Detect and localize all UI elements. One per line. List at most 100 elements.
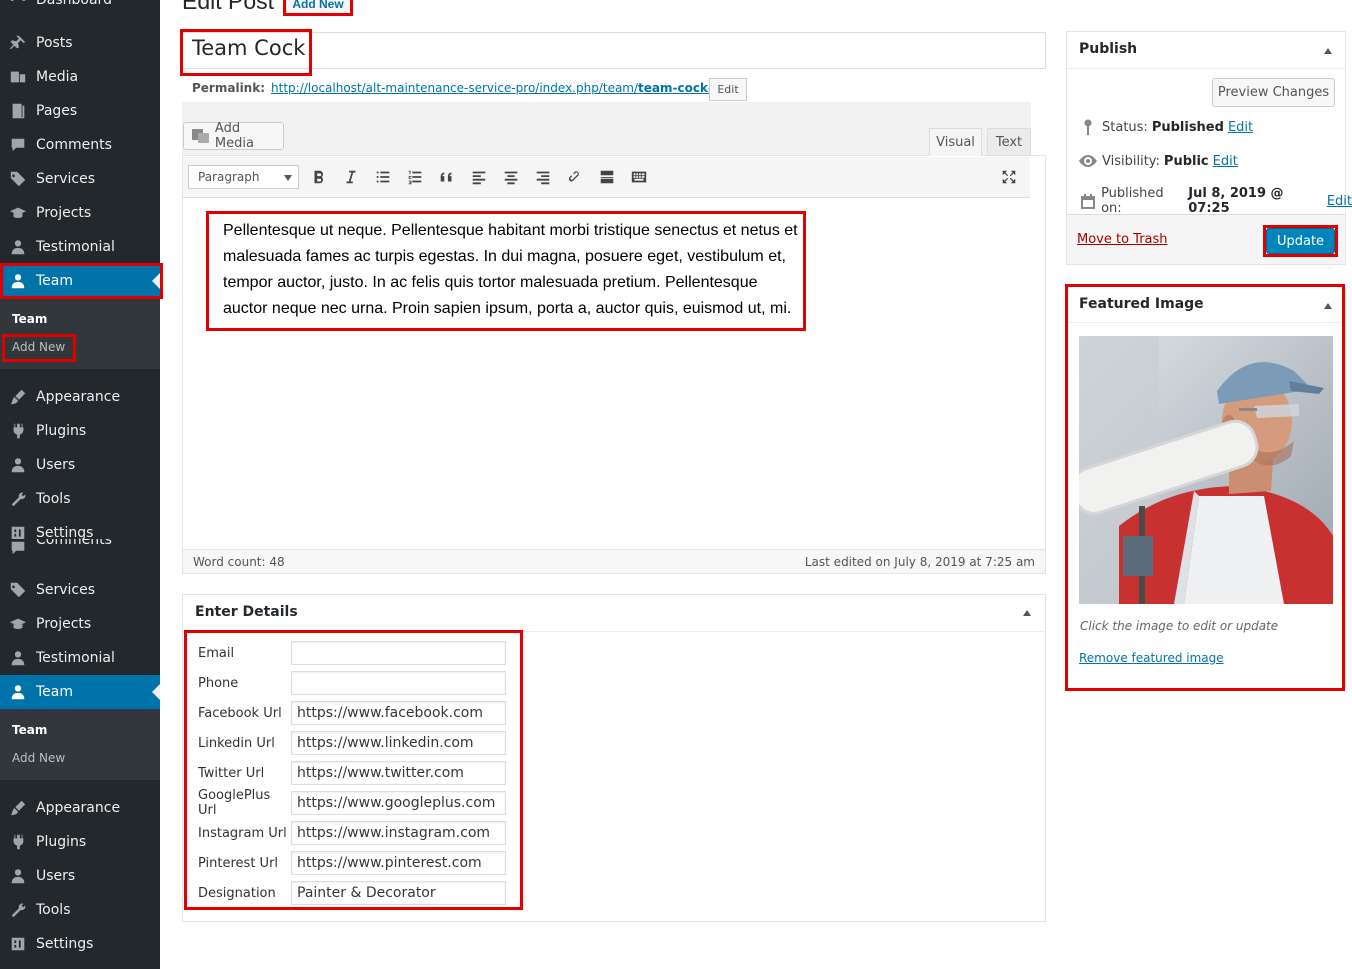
italic-button[interactable] — [339, 165, 363, 189]
submenu-add-new[interactable]: Add New — [12, 340, 65, 354]
menu-testimonial[interactable]: Testimonial — [0, 230, 160, 264]
menu-tools[interactable]: Tools — [0, 893, 160, 927]
submenu-add-new[interactable]: Add New — [12, 751, 65, 765]
menu-team[interactable]: Team — [0, 264, 160, 298]
update-button[interactable]: Update — [1266, 228, 1335, 254]
featured-image[interactable] — [1079, 336, 1333, 604]
edit-date-link[interactable]: Edit — [1327, 194, 1352, 209]
permalink-label: Permalink: — [192, 81, 266, 95]
menu-testimonial[interactable]: Testimonial — [0, 641, 160, 675]
menu-comments[interactable]: Comments — [0, 128, 160, 162]
menu-label: Media — [36, 69, 79, 85]
menu-tools[interactable]: Tools — [0, 482, 160, 516]
edit-visibility-link[interactable]: Edit — [1213, 154, 1238, 169]
post-content[interactable]: Pellentesque ut neque. Pellentesque habi… — [223, 218, 803, 322]
menu-label: Posts — [36, 35, 73, 51]
toolbar-toggle-button[interactable] — [627, 165, 651, 189]
menu-label: Tools — [36, 491, 71, 507]
bullet-list-button[interactable] — [371, 165, 395, 189]
field-label: GooglePlus Url — [198, 788, 271, 818]
status-label: Status: — [1102, 119, 1148, 135]
painter-photo — [1079, 336, 1333, 604]
edit-status-link[interactable]: Edit — [1228, 120, 1253, 135]
metabox-title: Featured Image — [1079, 296, 1204, 312]
numbered-list-button[interactable] — [403, 165, 427, 189]
page-title: Edit Post — [182, 0, 275, 14]
plug-icon — [0, 422, 36, 440]
post-title-input[interactable] — [182, 32, 1046, 69]
metabox-header[interactable]: Publish — [1067, 32, 1345, 69]
menu-projects[interactable]: Projects — [0, 607, 160, 641]
submenu-heading[interactable]: Team — [12, 312, 47, 326]
numbered-list-icon — [408, 170, 422, 185]
designation-field[interactable]: Painter & Decorator — [291, 881, 506, 905]
add-media-button[interactable]: Add Media — [183, 121, 284, 151]
menu-posts[interactable]: Posts — [0, 26, 160, 60]
wrench-icon — [0, 901, 36, 919]
collapse-arrow-icon[interactable] — [1324, 303, 1332, 309]
metabox-header[interactable]: Featured Image — [1067, 286, 1345, 323]
align-left-button[interactable] — [467, 165, 491, 189]
pin-icon — [1078, 118, 1098, 136]
menu-label: Testimonial — [36, 650, 115, 666]
metabox-header[interactable]: Enter Details — [183, 595, 1045, 632]
menu-label: Appearance — [36, 389, 121, 405]
menu-label: Services — [36, 171, 96, 187]
menu-label: Plugins — [36, 423, 87, 439]
format-select[interactable]: Paragraph — [188, 165, 299, 189]
menu-dashboard[interactable]: Dashboard — [0, 0, 160, 17]
menu-appearance[interactable]: Appearance — [0, 791, 160, 825]
blockquote-button[interactable] — [435, 165, 459, 189]
wrench-icon — [0, 490, 36, 508]
menu-services[interactable]: Services — [0, 162, 160, 196]
visibility-label: Visibility: — [1102, 153, 1160, 169]
facebook-url-field[interactable]: https://www.facebook.com — [291, 701, 506, 725]
published-row: Published on: Jul 8, 2019 @ 07:25 Edit — [1078, 186, 1352, 216]
tab-visual[interactable]: Visual — [929, 128, 982, 156]
menu-users[interactable]: Users — [0, 859, 160, 893]
bold-button[interactable] — [307, 165, 331, 189]
eye-icon — [1078, 152, 1098, 170]
field-label: Pinterest Url — [198, 855, 279, 871]
menu-comments-cut[interactable]: Comments — [0, 539, 160, 557]
linkedin-url-field[interactable]: https://www.linkedin.com — [291, 731, 506, 755]
googleplus-url-field[interactable]: https://www.googleplus.com — [291, 791, 506, 815]
permalink-link[interactable]: http://localhost/alt-maintenance-service… — [271, 81, 726, 95]
instagram-url-field[interactable]: https://www.instagram.com — [291, 821, 506, 845]
field-designation: Designation Painter & Decorator — [198, 881, 506, 905]
menu-settings[interactable]: Settings — [0, 927, 160, 961]
move-to-trash-link[interactable]: Move to Trash — [1077, 232, 1168, 247]
menu-plugins[interactable]: Plugins — [0, 825, 160, 859]
submenu-heading[interactable]: Team — [12, 723, 47, 737]
menu-media[interactable]: Media — [0, 60, 160, 94]
brush-icon — [0, 799, 36, 817]
align-center-button[interactable] — [499, 165, 523, 189]
align-right-button[interactable] — [531, 165, 555, 189]
read-more-button[interactable] — [595, 165, 619, 189]
word-count: Word count: 48 — [193, 555, 285, 569]
menu-users[interactable]: Users — [0, 448, 160, 482]
menu-team[interactable]: Team — [0, 675, 160, 709]
menu-pages[interactable]: Pages — [0, 94, 160, 128]
permalink-edit-button[interactable]: Edit — [709, 78, 747, 101]
pinterest-url-field[interactable]: https://www.pinterest.com — [291, 851, 506, 875]
menu-appearance[interactable]: Appearance — [0, 380, 160, 414]
collapse-arrow-icon[interactable] — [1023, 610, 1031, 616]
twitter-url-field[interactable]: https://www.twitter.com — [291, 761, 506, 785]
menu-projects[interactable]: Projects — [0, 196, 160, 230]
remove-featured-image-link[interactable]: Remove featured image — [1079, 651, 1224, 665]
add-new-button[interactable]: Add New — [285, 0, 351, 14]
menu-plugins[interactable]: Plugins — [0, 414, 160, 448]
tab-text[interactable]: Text — [987, 128, 1031, 156]
menu-services[interactable]: Services — [0, 573, 160, 607]
collapse-arrow-icon[interactable] — [1324, 48, 1332, 54]
insert-link-button[interactable] — [563, 165, 587, 189]
brush-icon — [0, 388, 36, 406]
person-icon — [0, 683, 36, 701]
email-field[interactable] — [291, 641, 506, 665]
dashboard-icon — [0, 0, 36, 9]
phone-field[interactable] — [291, 671, 506, 695]
menu-label: Users — [36, 868, 76, 884]
preview-changes-button[interactable]: Preview Changes — [1212, 78, 1335, 107]
fullscreen-button[interactable] — [997, 165, 1021, 189]
